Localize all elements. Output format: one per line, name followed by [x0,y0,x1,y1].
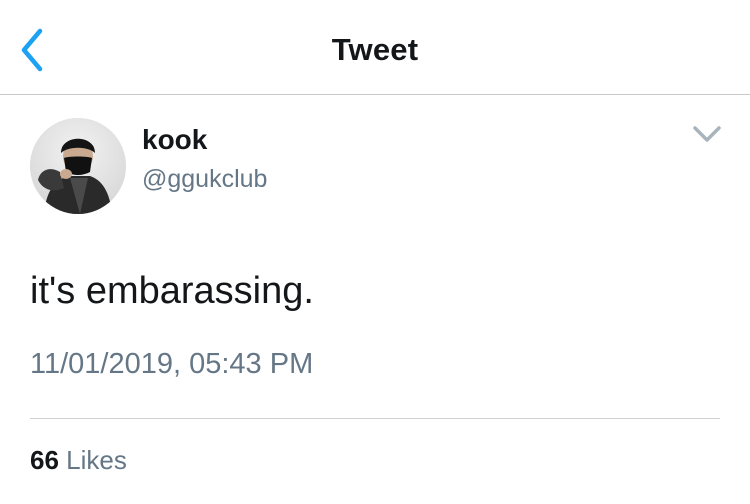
avatar[interactable] [30,118,126,214]
author-display-name[interactable]: kook [142,124,207,156]
author-handle[interactable]: @ggukclub [142,165,267,194]
more-options-button[interactable] [686,118,728,150]
chevron-down-icon [693,126,721,142]
likes-label: Likes [66,445,127,475]
tweet-text: it's embarassing. [30,270,314,312]
page-title: Tweet [331,32,419,67]
tweet-timestamp: 11/01/2019, 05:43 PM [30,348,314,380]
nav-header: Tweet [0,0,750,95]
likes-stat[interactable]: 66 Likes [30,445,127,476]
tweet-screen: Tweet kook @ggukclub it's embarassing. 1… [0,0,750,504]
divider [30,418,720,419]
avatar-image [30,118,126,214]
likes-count: 66 [30,445,59,475]
